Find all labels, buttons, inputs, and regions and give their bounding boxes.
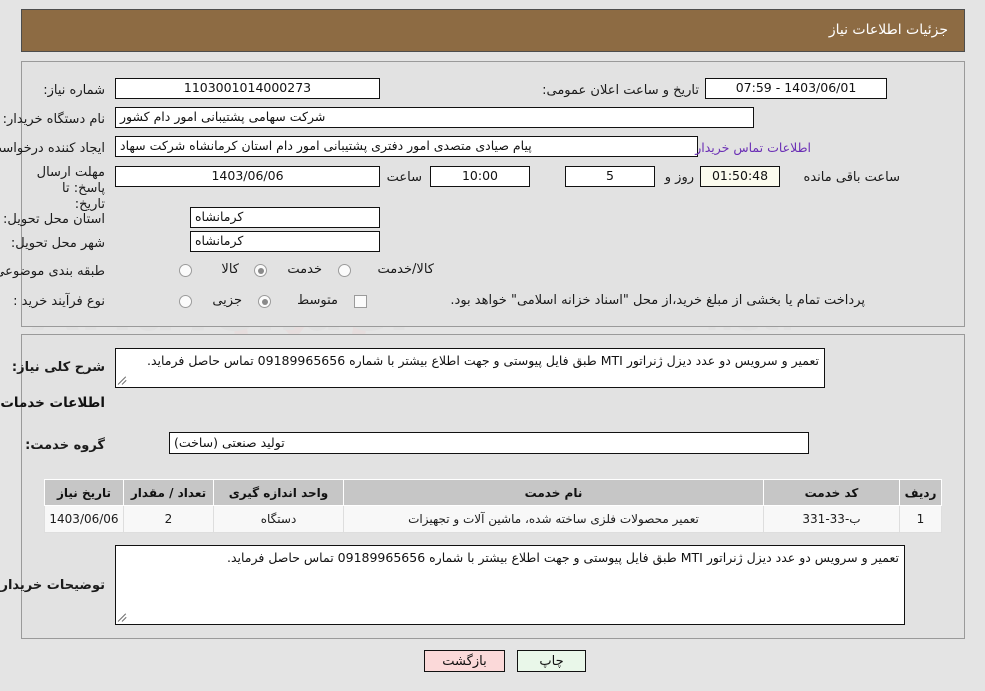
cell-service-name: تعمیر محصولات فلزی ساخته شده، ماشین آلات… (343, 505, 764, 533)
radio-category-goods[interactable] (179, 264, 192, 277)
cell-need-date: 1403/06/06 (44, 505, 124, 533)
need-number-field[interactable]: 1103001014000273 (115, 78, 380, 99)
page-root: AriaTender .net جزئیات اطلاعات نیاز شمار… (0, 0, 985, 691)
treasury-bond-note: پرداخت تمام یا بخشی از مبلغ خرید،از محل … (450, 293, 865, 308)
description-textarea[interactable]: تعمیر و سرویس دو عدد دیزل ژنراتور MTI طب… (115, 348, 825, 388)
service-group-field[interactable]: تولید صنعتی (ساخت) (169, 432, 809, 454)
requester-label: ایجاد کننده درخواست: (0, 141, 105, 156)
description-label: شرح کلی نیاز: (11, 360, 105, 375)
city-field[interactable]: کرمانشاه (190, 231, 380, 252)
deadline-time-field[interactable]: 10:00 (430, 166, 530, 187)
announcement-datetime-field[interactable]: 1403/06/01 - 07:59 (705, 78, 887, 99)
col-service-name: نام خدمت (343, 479, 764, 506)
service-group-label: گروه خدمت: (25, 438, 105, 453)
back-button[interactable]: بازگشت (424, 650, 505, 672)
treasury-bond-checkbox[interactable] (354, 295, 367, 308)
countdown-field: 01:50:48 (700, 166, 780, 187)
page-header-bar: جزئیات اطلاعات نیاز (21, 9, 965, 52)
radio-purchase-minor-label: جزیی (212, 293, 242, 308)
radio-category-goods-label: کالا (221, 262, 239, 277)
buyer-notes-text: تعمیر و سرویس دو عدد دیزل ژنراتور MTI طب… (226, 550, 899, 565)
radio-category-goods-service-label: کالا/خدمت (377, 262, 434, 277)
need-number-label: شماره نیاز: (43, 83, 105, 98)
col-row: ردیف (899, 479, 942, 506)
province-label: استان محل تحویل: (3, 212, 105, 227)
col-quantity: تعداد / مقدار (123, 479, 214, 506)
province-field[interactable]: کرمانشاه (190, 207, 380, 228)
resize-grip-icon[interactable] (118, 374, 130, 386)
countdown-label: ساعت باقی مانده (803, 170, 900, 185)
time-label: ساعت (386, 170, 422, 185)
radio-category-goods-service[interactable] (338, 264, 351, 277)
buyer-notes-label: توضیحات خریدار: (0, 578, 105, 593)
services-section-heading: اطلاعات خدمات مورد نیاز (0, 395, 105, 411)
radio-purchase-medium-label: متوسط (297, 293, 338, 308)
cell-row: 1 (899, 505, 942, 533)
table-header-row: ردیف کد خدمت نام خدمت واحد اندازه گیری ت… (44, 479, 942, 506)
buyer-org-field[interactable]: شرکت سهامی پشتیبانی امور دام کشور (115, 107, 754, 128)
description-text: تعمیر و سرویس دو عدد دیزل ژنراتور MTI طب… (146, 353, 819, 368)
col-service-code: کد خدمت (763, 479, 900, 506)
radio-category-service[interactable] (254, 264, 267, 277)
purchase-type-label: نوع فرآیند خرید : (13, 294, 105, 309)
radio-purchase-medium[interactable] (258, 295, 271, 308)
announcement-label: تاریخ و ساعت اعلان عمومی: (542, 83, 699, 98)
print-button[interactable]: چاپ (517, 650, 586, 672)
page-title: جزئیات اطلاعات نیاز (828, 22, 948, 38)
cell-service-code: ب-33-331 (763, 505, 900, 533)
buyer-notes-textarea[interactable]: تعمیر و سرویس دو عدد دیزل ژنراتور MTI طب… (115, 545, 905, 625)
city-label: شهر محل تحویل: (10, 236, 105, 251)
radio-purchase-minor[interactable] (179, 295, 192, 308)
resize-grip-icon[interactable] (118, 611, 130, 623)
need-info-panel (21, 61, 965, 327)
table-row: 1 ب-33-331 تعمیر محصولات فلزی ساخته شده،… (44, 505, 942, 533)
deadline-label: مهلت ارسال پاسخ: تا تاریخ: (36, 165, 105, 212)
col-unit: واحد اندازه گیری (213, 479, 344, 506)
days-label: روز و (664, 170, 694, 185)
radio-category-service-label: خدمت (287, 262, 322, 277)
remaining-days-field[interactable]: 5 (565, 166, 655, 187)
buyer-org-label: نام دستگاه خریدار: (2, 112, 105, 127)
buyer-contact-link[interactable]: اطلاعات تماس خریدار (695, 140, 811, 155)
cell-unit: دستگاه (213, 505, 344, 533)
cell-quantity: 2 (123, 505, 214, 533)
category-label: طبقه بندی موضوعی: (0, 264, 105, 279)
deadline-date-field[interactable]: 1403/06/06 (115, 166, 380, 187)
requester-field[interactable]: پیام صیادی متصدی امور دفتری پشتیبانی امو… (115, 136, 698, 157)
col-need-date: تاریخ نیاز (44, 479, 124, 506)
services-table: ردیف کد خدمت نام خدمت واحد اندازه گیری ت… (44, 479, 942, 533)
